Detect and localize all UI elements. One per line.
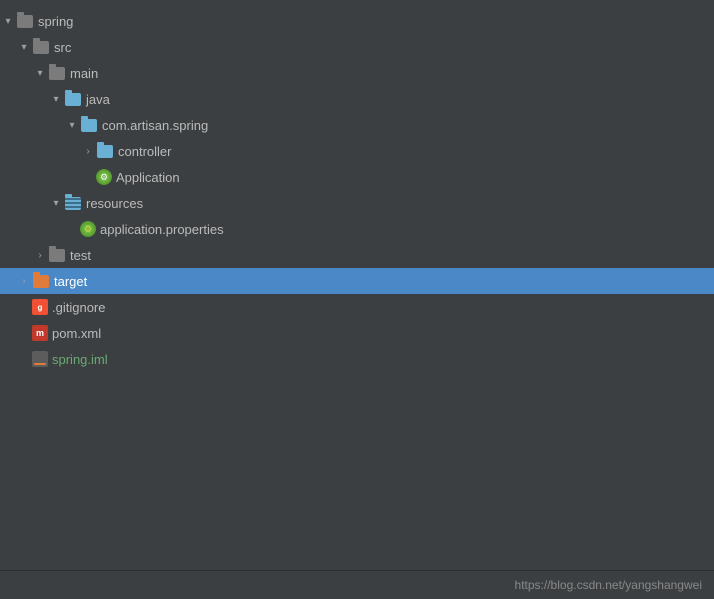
tree-item-gitignore[interactable]: g .gitignore xyxy=(0,294,714,320)
tree-item-application[interactable]: Application xyxy=(0,164,714,190)
label-src: src xyxy=(54,40,71,55)
status-url: https://blog.csdn.net/yangshangwei xyxy=(515,578,702,592)
tree-item-com-artisan-spring[interactable]: com.artisan.spring xyxy=(0,112,714,138)
git-file-icon: g xyxy=(32,299,48,315)
chevron-target xyxy=(16,273,32,289)
label-spring: spring xyxy=(38,14,73,29)
folder-icon-controller xyxy=(96,142,114,160)
label-com: com.artisan.spring xyxy=(102,118,208,133)
label-resources: resources xyxy=(86,196,143,211)
tree-item-spring[interactable]: spring xyxy=(0,8,714,34)
tree-item-app-props[interactable]: application.properties xyxy=(0,216,714,242)
folder-icon-main xyxy=(48,64,66,82)
status-bar: https://blog.csdn.net/yangshangwei xyxy=(0,570,714,598)
spring-boot-icon xyxy=(96,169,112,185)
props-file-icon xyxy=(80,221,96,237)
folder-icon-spring xyxy=(16,12,34,30)
tree-item-resources[interactable]: resources xyxy=(0,190,714,216)
label-java: java xyxy=(86,92,110,107)
folder-icon-com xyxy=(80,116,98,134)
chevron-src xyxy=(16,39,32,55)
chevron-spring xyxy=(0,13,16,29)
chevron-com xyxy=(64,117,80,133)
label-iml: spring.iml xyxy=(52,352,108,367)
label-gitignore: .gitignore xyxy=(52,300,105,315)
tree-item-controller[interactable]: controller xyxy=(0,138,714,164)
tree-item-iml[interactable]: spring.iml xyxy=(0,346,714,372)
chevron-java xyxy=(48,91,64,107)
tree-item-test[interactable]: test xyxy=(0,242,714,268)
tree-item-main[interactable]: main xyxy=(0,60,714,86)
tree-item-pom[interactable]: m pom.xml xyxy=(0,320,714,346)
label-test: test xyxy=(70,248,91,263)
chevron-resources xyxy=(48,195,64,211)
iml-file-icon xyxy=(32,351,48,367)
label-controller: controller xyxy=(118,144,171,159)
label-pom: pom.xml xyxy=(52,326,101,341)
label-application: Application xyxy=(116,170,180,185)
chevron-main xyxy=(32,65,48,81)
folder-icon-src xyxy=(32,38,50,56)
tree-item-java[interactable]: java xyxy=(0,86,714,112)
chevron-controller xyxy=(80,143,96,159)
pom-file-icon: m xyxy=(32,325,48,341)
folder-icon-resources xyxy=(64,194,82,212)
tree-item-target[interactable]: target xyxy=(0,268,714,294)
label-target: target xyxy=(54,274,87,289)
folder-icon-java xyxy=(64,90,82,108)
folder-icon-test xyxy=(48,246,66,264)
file-tree: spring src main java com.artisan.spring xyxy=(0,0,714,570)
folder-icon-target xyxy=(32,272,50,290)
tree-item-src[interactable]: src xyxy=(0,34,714,60)
chevron-test xyxy=(32,247,48,263)
label-main: main xyxy=(70,66,98,81)
label-app-props: application.properties xyxy=(100,222,224,237)
